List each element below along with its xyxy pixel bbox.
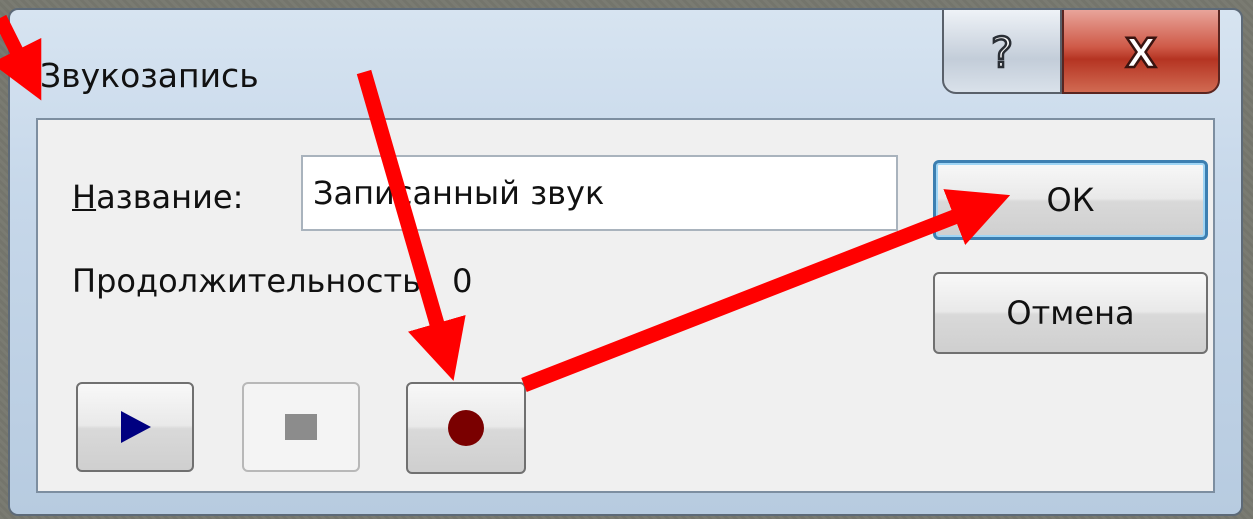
dialog-client-area: Название: Продолжительность: 0 ОК Отмена	[36, 118, 1215, 493]
duration-label: Продолжительность:	[72, 262, 432, 300]
help-icon: ?	[990, 27, 1015, 75]
close-icon: X	[1124, 31, 1158, 71]
duration-row: Продолжительность: 0	[72, 262, 472, 300]
record-icon	[448, 410, 484, 446]
ok-button[interactable]: ОК	[933, 160, 1208, 240]
svg-text:?: ?	[991, 28, 1013, 75]
stop-button[interactable]	[242, 382, 360, 472]
stop-icon	[285, 414, 317, 440]
play-icon	[121, 411, 151, 443]
dialog-title: Звукозапись	[40, 56, 259, 95]
name-label-accelerator: Н	[72, 178, 97, 216]
cancel-button[interactable]: Отмена	[933, 272, 1208, 354]
sound-recording-dialog: Звукозапись ? X Название: Продолжительно…	[8, 8, 1243, 516]
close-button[interactable]: X	[1062, 10, 1220, 94]
help-button[interactable]: ?	[942, 10, 1062, 94]
play-button[interactable]	[76, 382, 194, 472]
name-input[interactable]	[301, 155, 898, 231]
duration-value: 0	[452, 262, 473, 300]
svg-text:X: X	[1126, 31, 1157, 71]
name-label-text: азвание:	[96, 178, 244, 216]
record-button[interactable]	[406, 382, 526, 474]
name-label: Название:	[72, 178, 243, 216]
